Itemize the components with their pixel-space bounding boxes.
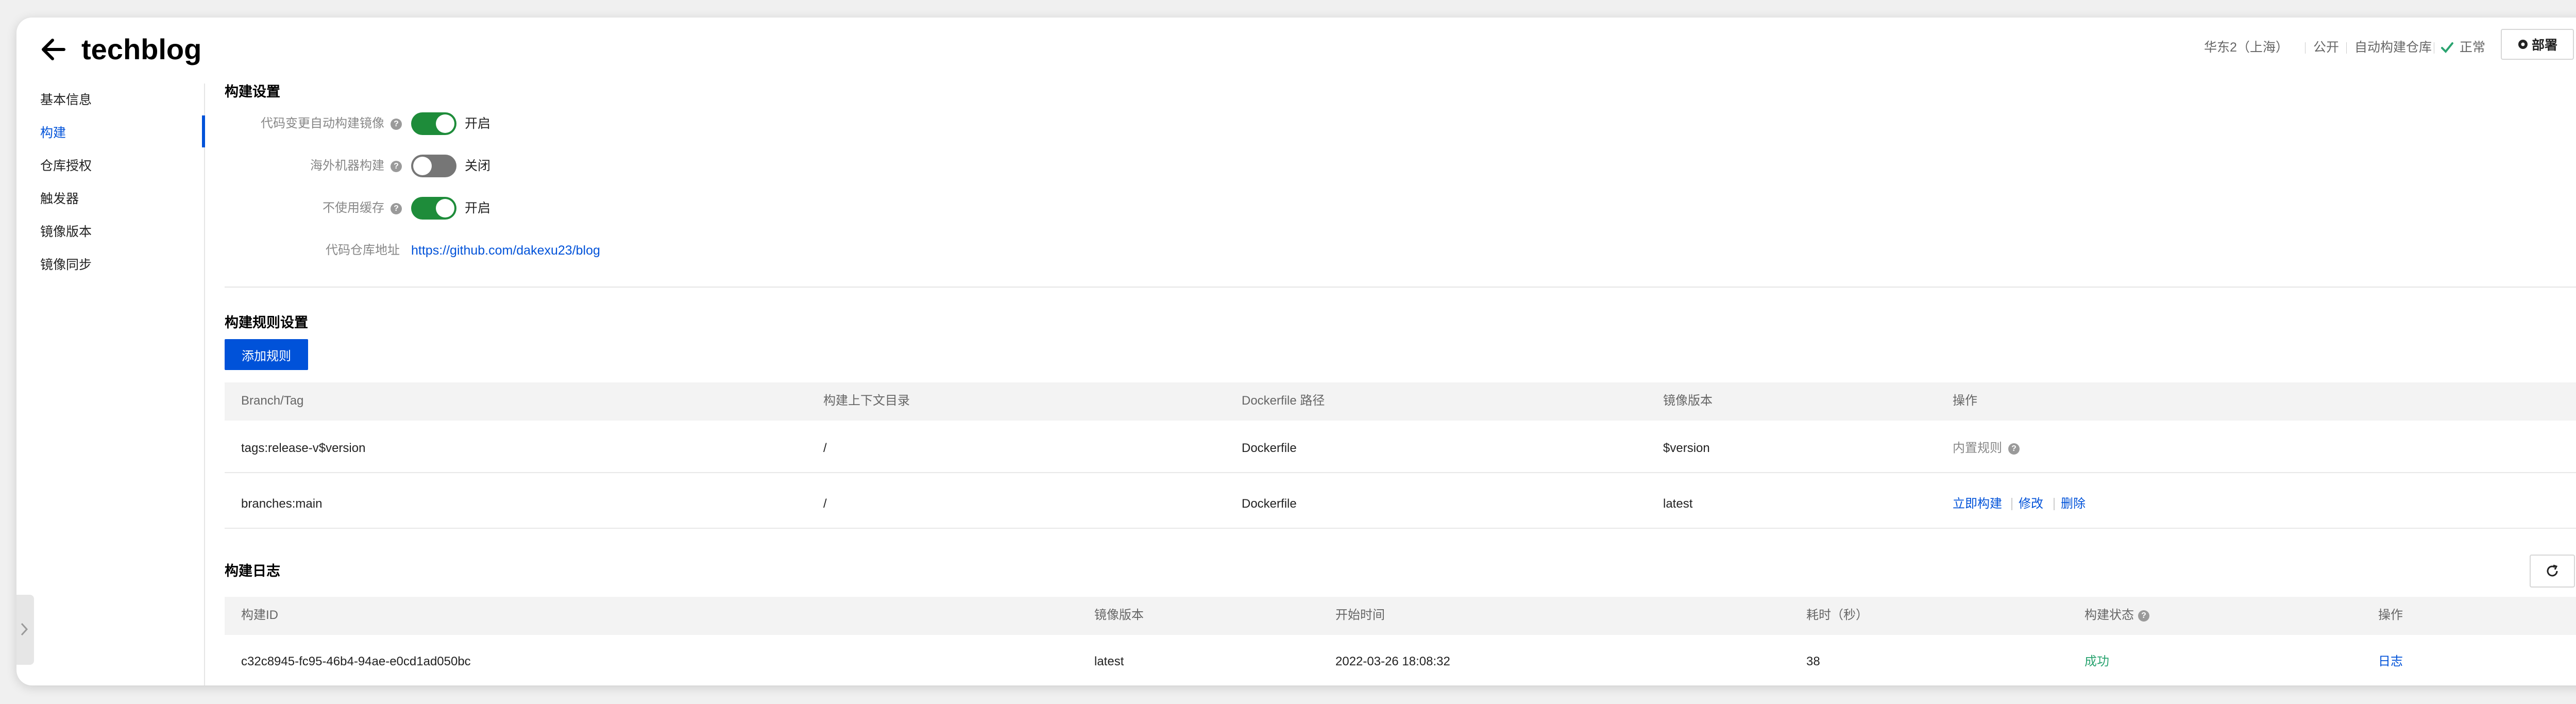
overseas-build-toggle[interactable] — [411, 155, 456, 177]
sidebar-item-triggers[interactable]: 触发器 — [40, 189, 79, 209]
refresh-button[interactable] — [2530, 555, 2575, 588]
view-log-link[interactable]: 日志 — [2378, 651, 2403, 672]
column-header: 耗时（秒） — [1806, 608, 1868, 622]
rule-dockerfile: Dockerfile — [1242, 441, 1297, 455]
sidebar-item-basic-info[interactable]: 基本信息 — [40, 90, 92, 110]
column-header: 操作 — [1953, 394, 1977, 408]
overseas-build-state: 关闭 — [465, 159, 491, 173]
status-label: 正常 — [2460, 40, 2486, 55]
builtin-rule-label: 内置规则 — [1953, 441, 2002, 455]
column-header: Branch/Tag — [241, 394, 304, 408]
gear-icon — [2518, 40, 2528, 49]
divider — [2054, 498, 2055, 510]
auto-build-state: 开启 — [465, 116, 491, 131]
divider — [2346, 42, 2347, 54]
build-start-time: 2022-03-26 18:08:32 — [1335, 655, 1450, 668]
rule-version: $version — [1663, 441, 1710, 455]
app-window: techblog 华东2（上海） 公开 自动构建仓库 正常 部署 基本信息 构建… — [16, 18, 2576, 685]
rules-table-header — [225, 382, 2576, 421]
repo-url-link[interactable]: https://github.com/dakexu23/blog — [411, 240, 600, 261]
sidebar-active-indicator — [202, 115, 205, 147]
page-title: techblog — [81, 33, 202, 65]
divider — [2305, 42, 2306, 54]
column-header: 开始时间 — [1335, 608, 1385, 622]
column-header: 构建状态 — [2084, 608, 2134, 622]
collapse-handle[interactable] — [16, 595, 34, 665]
check-icon — [2440, 40, 2454, 57]
rule-context: / — [823, 497, 827, 511]
build-status: 成功 — [2084, 655, 2109, 668]
auto-build-toggle[interactable] — [411, 112, 456, 135]
logs-table-header — [225, 597, 2576, 635]
column-header: 操作 — [2378, 608, 2403, 622]
build-settings-title: 构建设置 — [225, 84, 280, 99]
repo-url-label: 代码仓库地址 — [326, 243, 400, 257]
row-divider — [225, 472, 2576, 473]
build-id: c32c8945-fc95-46b4-94ae-e0cd1ad050bc — [241, 655, 471, 668]
help-icon[interactable]: ? — [2138, 610, 2149, 622]
add-rule-button[interactable]: 添加规则 — [225, 339, 308, 370]
column-header: 构建ID — [241, 608, 278, 622]
deploy-label: 部署 — [2531, 38, 2557, 53]
back-arrow-icon[interactable] — [37, 33, 70, 66]
column-header: 构建上下文目录 — [823, 394, 910, 408]
divider — [2011, 498, 2012, 510]
help-icon[interactable]: ? — [2008, 443, 2020, 455]
build-duration: 38 — [1806, 655, 1820, 668]
overseas-build-label: 海外机器构建 — [310, 159, 384, 173]
sidebar-divider — [204, 83, 205, 685]
help-icon[interactable]: ? — [391, 203, 402, 214]
help-icon[interactable]: ? — [391, 161, 402, 172]
deploy-button[interactable]: 部署 — [2501, 29, 2574, 60]
repo-type-label: 自动构建仓库 — [2354, 40, 2432, 55]
build-now-link[interactable]: 立即构建 — [1953, 494, 2002, 514]
rule-version: latest — [1663, 497, 1693, 511]
visibility-label: 公开 — [2313, 40, 2340, 55]
edit-link[interactable]: 修改 — [2019, 494, 2043, 514]
auto-build-label: 代码变更自动构建镜像 — [261, 116, 384, 130]
no-cache-state: 开启 — [465, 201, 491, 215]
region-label: 华东2（上海） — [2204, 40, 2289, 55]
rule-dockerfile: Dockerfile — [1242, 497, 1297, 511]
delete-link[interactable]: 删除 — [2061, 494, 2086, 514]
build-version: latest — [1094, 655, 1124, 668]
column-header: 镜像版本 — [1094, 608, 1144, 622]
column-header: 镜像版本 — [1663, 394, 1713, 408]
section-divider — [225, 287, 2576, 288]
no-cache-toggle[interactable] — [411, 197, 456, 220]
column-header: Dockerfile 路径 — [1242, 394, 1325, 408]
rule-ref: branches:main — [241, 497, 323, 511]
help-icon[interactable]: ? — [391, 119, 402, 130]
chevron-right-icon — [21, 623, 28, 636]
sidebar-item-image-versions[interactable]: 镜像版本 — [40, 222, 92, 242]
rule-context: / — [823, 441, 827, 455]
sidebar-item-build[interactable]: 构建 — [40, 123, 66, 143]
build-logs-title: 构建日志 — [225, 563, 280, 579]
sidebar-item-repo-auth[interactable]: 仓库授权 — [40, 156, 92, 176]
build-rules-title: 构建规则设置 — [225, 315, 308, 330]
rule-ref: tags:release-v$version — [241, 441, 366, 455]
sidebar-item-image-sync[interactable]: 镜像同步 — [40, 255, 92, 275]
no-cache-label: 不使用缓存 — [323, 201, 384, 215]
row-divider — [225, 528, 2576, 529]
refresh-icon — [2547, 564, 2558, 577]
